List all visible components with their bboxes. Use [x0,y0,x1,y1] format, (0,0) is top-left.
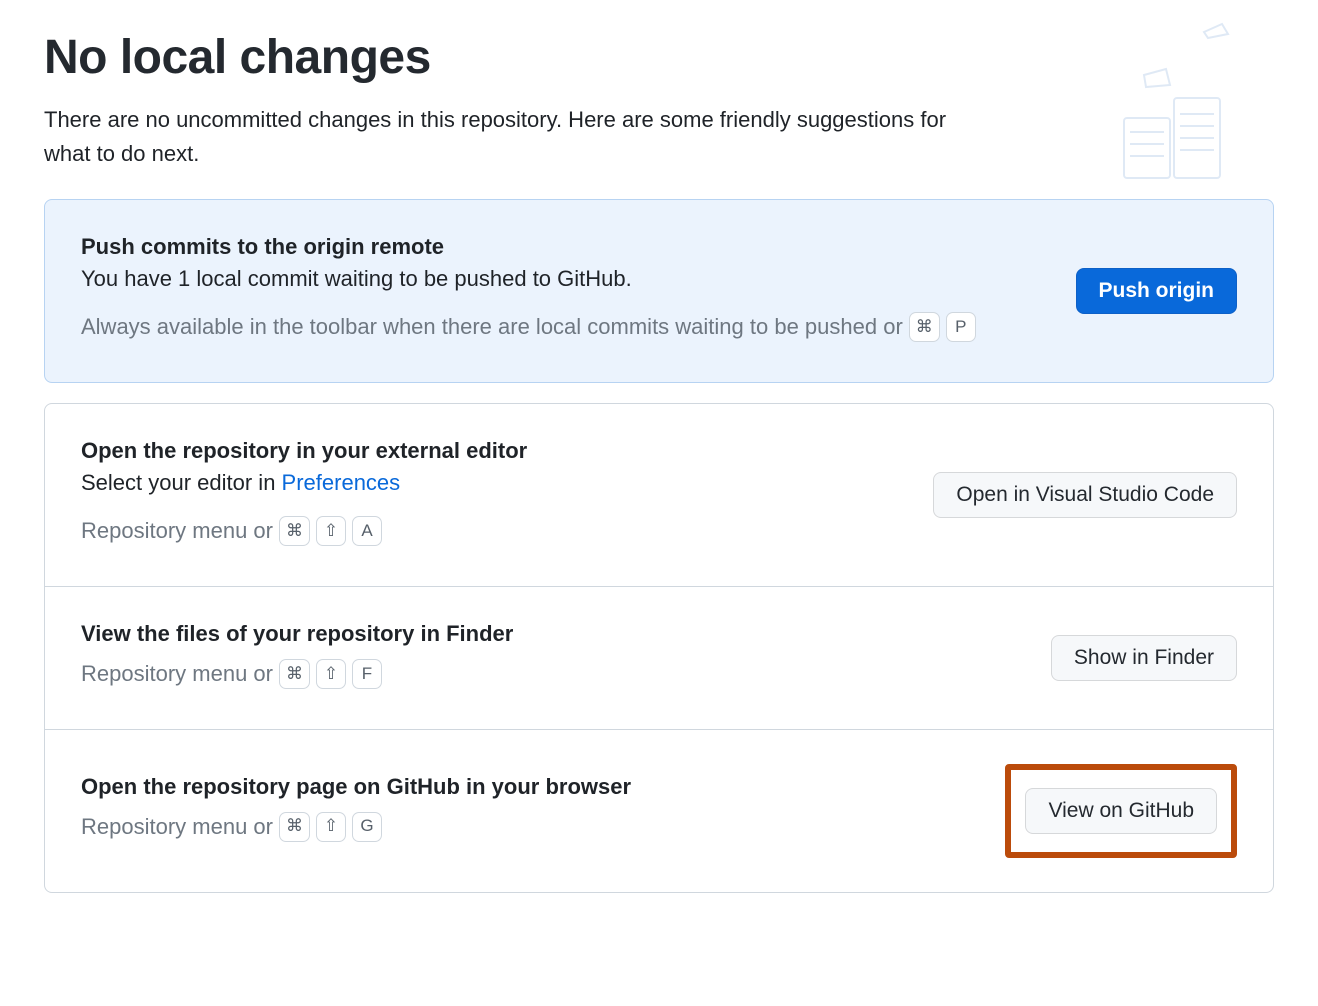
paper-stack-illustration [1074,20,1264,190]
key-cmd: ⌘ [909,312,940,342]
push-commits-card: Push commits to the origin remote You ha… [44,199,1274,383]
key-cmd: ⌘ [279,812,310,842]
key-p: P [946,312,976,342]
show-finder-title: View the files of your repository in Fin… [81,621,1027,647]
view-github-button[interactable]: View on GitHub [1025,788,1217,834]
push-card-title: Push commits to the origin remote [81,234,1052,260]
key-shift: ⇧ [316,659,346,689]
key-cmd: ⌘ [279,516,310,546]
view-github-row: Open the repository page on GitHub in yo… [45,729,1273,892]
key-shift: ⇧ [316,516,346,546]
suggestion-list: Open the repository in your external edi… [44,403,1274,893]
view-github-title: Open the repository page on GitHub in yo… [81,774,981,800]
key-f: F [352,659,382,689]
open-editor-row: Open the repository in your external edi… [45,404,1273,586]
open-editor-title: Open the repository in your external edi… [81,438,909,464]
push-card-hint: Always available in the toolbar when the… [81,306,1052,348]
view-github-hint: Repository menu or ⌘ ⇧ G [81,806,981,848]
show-finder-row: View the files of your repository in Fin… [45,586,1273,729]
show-finder-hint: Repository menu or ⌘ ⇧ F [81,653,1027,695]
push-origin-button[interactable]: Push origin [1076,268,1238,314]
key-cmd: ⌘ [279,659,310,689]
open-editor-hint: Repository menu or ⌘ ⇧ A [81,510,909,552]
key-g: G [352,812,382,842]
key-shift: ⇧ [316,812,346,842]
view-github-callout: View on GitHub [1005,764,1237,858]
show-finder-button[interactable]: Show in Finder [1051,635,1237,681]
page-subtitle: There are no uncommitted changes in this… [44,103,974,171]
preferences-link[interactable]: Preferences [282,470,401,495]
key-a: A [352,516,382,546]
open-editor-description: Select your editor in Preferences [81,470,909,496]
push-card-description: You have 1 local commit waiting to be pu… [81,266,1052,292]
open-editor-button[interactable]: Open in Visual Studio Code [933,472,1237,518]
